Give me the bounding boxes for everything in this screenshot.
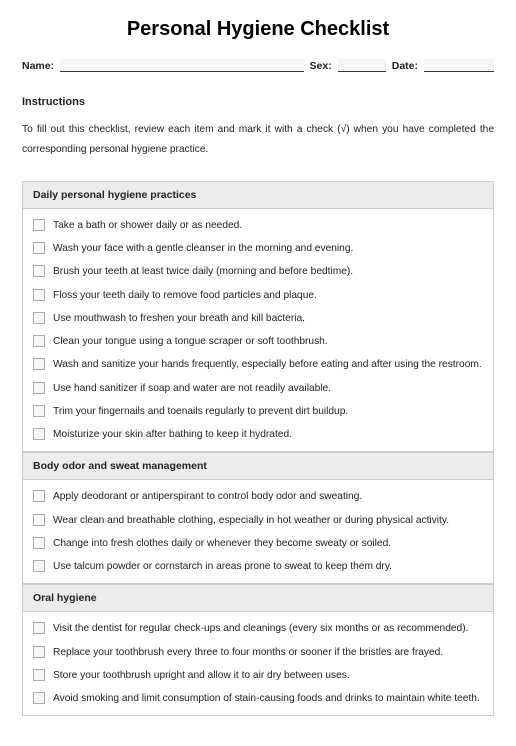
checklist-item: Use hand sanitizer if soap and water are… [33, 382, 483, 395]
checklist-item: Wash your face with a gentle cleanser in… [33, 242, 483, 255]
section-body: Take a bath or shower daily or as needed… [23, 209, 493, 452]
checklist-item-text: Wear clean and breathable clothing, espe… [53, 514, 449, 527]
checkbox[interactable] [33, 242, 45, 254]
checklist-item-text: Apply deodorant or antiperspirant to con… [53, 490, 362, 503]
date-label: Date: [392, 60, 418, 72]
checklist-item: Clean your tongue using a tongue scraper… [33, 335, 483, 348]
checklist-item-text: Trim your fingernails and toenails regul… [53, 405, 348, 418]
checklist-item: Moisturize your skin after bathing to ke… [33, 428, 483, 441]
checklist-item: Wash and sanitize your hands frequently,… [33, 358, 483, 371]
checkbox[interactable] [33, 382, 45, 394]
checklist-item: Apply deodorant or antiperspirant to con… [33, 490, 483, 503]
checkbox[interactable] [33, 646, 45, 658]
checkbox[interactable] [33, 335, 45, 347]
date-field[interactable] [424, 59, 494, 72]
page-title: Personal Hygiene Checklist [22, 18, 494, 41]
checklist-item-text: Use mouthwash to freshen your breath and… [53, 312, 305, 325]
section-body: Apply deodorant or antiperspirant to con… [23, 480, 493, 583]
checklist-item-text: Wash and sanitize your hands frequently,… [53, 358, 482, 371]
checklist-item: Store your toothbrush upright and allow … [33, 669, 483, 682]
sex-field[interactable] [338, 59, 386, 72]
checklist-item: Use mouthwash to freshen your breath and… [33, 312, 483, 325]
instructions-body: To fill out this checklist, review each … [22, 120, 494, 161]
checklist-item: Avoid smoking and limit consumption of s… [33, 692, 483, 705]
checkbox[interactable] [33, 692, 45, 704]
checklist-item: Trim your fingernails and toenails regul… [33, 405, 483, 418]
checkbox[interactable] [33, 405, 45, 417]
checklist-item: Wear clean and breathable clothing, espe… [33, 514, 483, 527]
checkbox[interactable] [33, 537, 45, 549]
section-header: Oral hygiene [23, 584, 493, 612]
name-label: Name: [22, 60, 54, 72]
checkbox[interactable] [33, 265, 45, 277]
checklist-item: Brush your teeth at least twice daily (m… [33, 265, 483, 278]
section-header: Daily personal hygiene practices [23, 181, 493, 209]
checklist-item-text: Clean your tongue using a tongue scraper… [53, 335, 328, 348]
section-body: Visit the dentist for regular check-ups … [23, 612, 493, 715]
checkbox[interactable] [33, 289, 45, 301]
checklist-item-text: Brush your teeth at least twice daily (m… [53, 265, 353, 278]
section: Oral hygiene Visit the dentist for regula… [22, 584, 494, 716]
sex-label: Sex: [310, 60, 332, 72]
checklist-item-text: Floss your teeth daily to remove food pa… [53, 289, 317, 302]
checkbox[interactable] [33, 490, 45, 502]
checklist-item-text: Store your toothbrush upright and allow … [53, 669, 350, 682]
checkbox[interactable] [33, 219, 45, 231]
section: Body odor and sweat management Apply deod… [22, 452, 494, 584]
checkbox[interactable] [33, 312, 45, 324]
checkbox[interactable] [33, 358, 45, 370]
instructions-heading: Instructions [22, 96, 494, 108]
checklist-item: Floss your teeth daily to remove food pa… [33, 289, 483, 302]
checkbox[interactable] [33, 560, 45, 572]
checklist-item: Replace your toothbrush every three to f… [33, 646, 483, 659]
checkbox[interactable] [33, 669, 45, 681]
checklist-item: Take a bath or shower daily or as needed… [33, 219, 483, 232]
checkbox[interactable] [33, 622, 45, 634]
checklist-item-text: Use talcum powder or cornstarch in areas… [53, 560, 392, 573]
checklist-item: Use talcum powder or cornstarch in areas… [33, 560, 483, 573]
checklist-item-text: Visit the dentist for regular check-ups … [53, 622, 468, 635]
checklist-item-text: Use hand sanitizer if soap and water are… [53, 382, 331, 395]
section-header: Body odor and sweat management [23, 452, 493, 480]
checklist-item-text: Change into fresh clothes daily or whene… [53, 537, 391, 550]
checklist-item: Change into fresh clothes daily or whene… [33, 537, 483, 550]
meta-form: Name: Sex: Date: [22, 59, 494, 72]
checklist-item-text: Moisturize your skin after bathing to ke… [53, 428, 292, 441]
section: Daily personal hygiene practices Take a b… [22, 181, 494, 453]
checklist-item: Visit the dentist for regular check-ups … [33, 622, 483, 635]
checkbox[interactable] [33, 428, 45, 440]
name-field[interactable] [60, 59, 303, 72]
checklist-item-text: Take a bath or shower daily or as needed… [53, 219, 242, 232]
checkbox[interactable] [33, 514, 45, 526]
checklist-item-text: Replace your toothbrush every three to f… [53, 646, 443, 659]
checklist-item-text: Avoid smoking and limit consumption of s… [53, 692, 480, 705]
checklist-item-text: Wash your face with a gentle cleanser in… [53, 242, 353, 255]
